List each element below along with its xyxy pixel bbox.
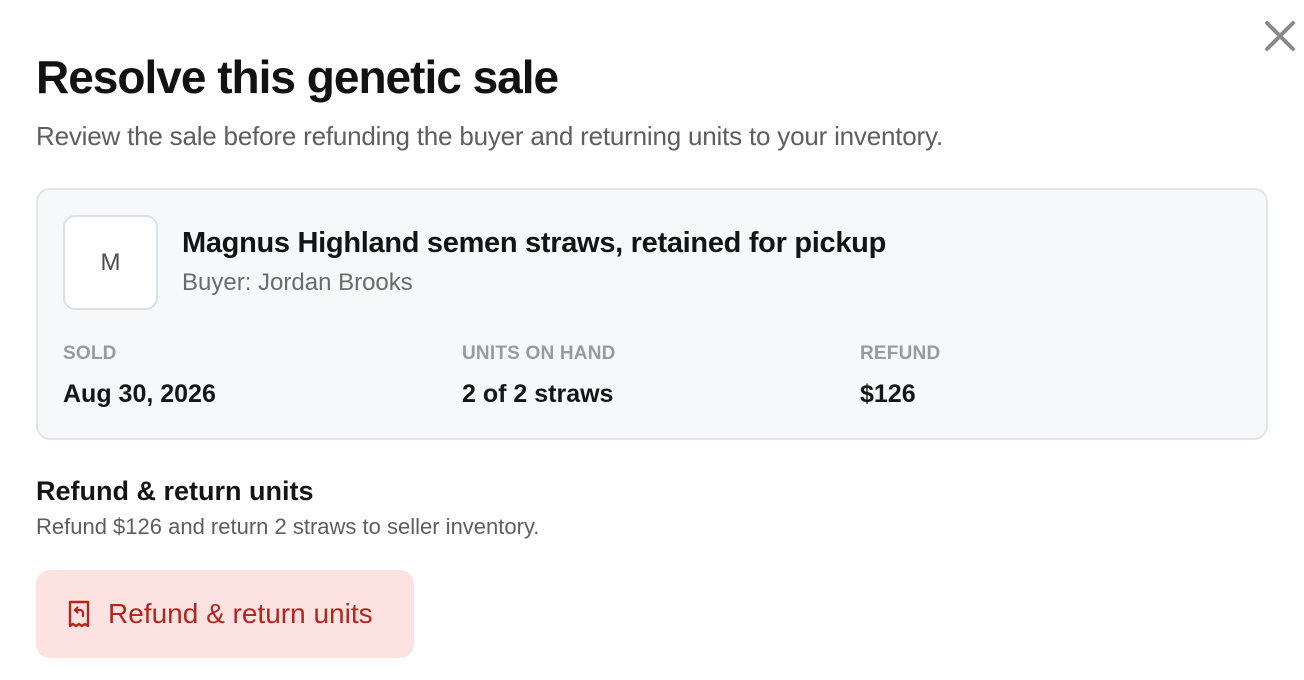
- stat-units-on-hand: UNITS ON HAND 2 of 2 straws: [462, 342, 616, 409]
- item-title: Magnus Highland semen straws, retained f…: [182, 227, 886, 259]
- refund-return-button[interactable]: Refund & return units: [36, 570, 414, 658]
- stat-label: UNITS ON HAND: [462, 343, 616, 364]
- stat-value: 2 of 2 straws: [462, 380, 614, 408]
- stat-refund: REFUND $126: [860, 342, 940, 409]
- stat-sold: SOLD Aug 30, 2026: [63, 342, 216, 409]
- receipt-refund-icon: [66, 599, 92, 629]
- stat-label: SOLD: [63, 343, 117, 364]
- refund-section-title: Refund & return units: [36, 476, 314, 506]
- refund-section-description: Refund $126 and return 2 straws to selle…: [36, 514, 540, 539]
- stat-value: $126: [860, 380, 916, 408]
- sale-summary-card: M Magnus Highland semen straws, retained…: [36, 188, 1268, 440]
- modal-subtitle: Review the sale before refunding the buy…: [36, 121, 943, 151]
- stat-value: Aug 30, 2026: [63, 380, 216, 408]
- resolve-sale-modal: Resolve this genetic sale Review the sal…: [0, 0, 1304, 680]
- close-button[interactable]: [1262, 18, 1298, 54]
- stat-label: REFUND: [860, 343, 941, 364]
- refund-return-button-label: Refund & return units: [108, 598, 373, 629]
- close-icon: [1265, 21, 1295, 51]
- modal-title: Resolve this genetic sale: [36, 51, 559, 103]
- buyer-name: Buyer: Jordan Brooks: [182, 269, 413, 296]
- item-avatar: M: [63, 215, 158, 310]
